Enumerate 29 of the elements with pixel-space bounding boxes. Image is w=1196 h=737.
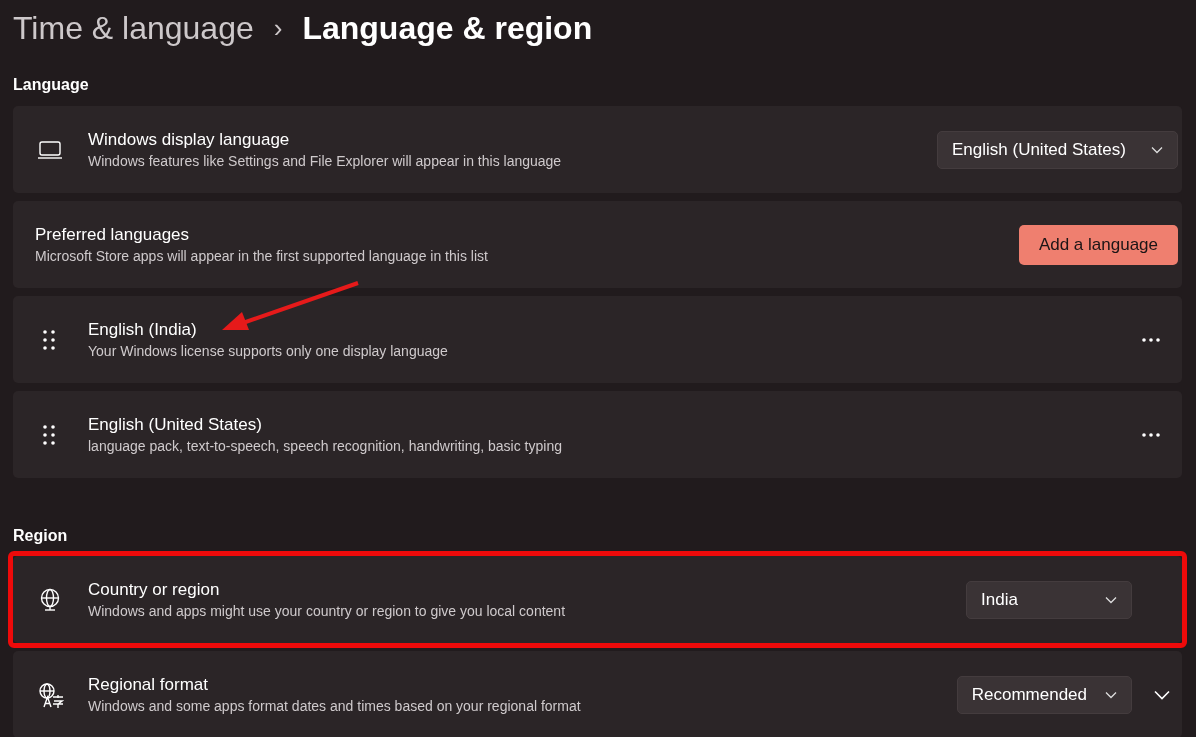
setting-description: Windows features like Settings and File Explorer will appear in this language xyxy=(88,151,563,171)
globe-icon xyxy=(38,587,62,612)
page-title: Language & region xyxy=(302,9,593,48)
chevron-down-icon xyxy=(1105,595,1117,604)
add-language-button[interactable]: Add a language xyxy=(1018,224,1178,265)
drag-handle[interactable] xyxy=(43,329,55,350)
setting-title: Regional format xyxy=(88,673,209,696)
dropdown[interactable]: India xyxy=(966,580,1132,619)
setting-description: Your Windows license supports only one display language xyxy=(88,341,449,361)
chevron-down-icon xyxy=(1151,145,1163,154)
setting-description: Windows and some apps format dates and times based on your regional format xyxy=(88,696,582,716)
chevron-down-icon xyxy=(1105,690,1117,699)
setting-title: Country or region xyxy=(88,578,221,601)
setting-description: Microsoft Store apps will appear in the first supported language in this list xyxy=(35,246,489,266)
section-heading: Region xyxy=(13,526,69,546)
section-heading: Language xyxy=(13,75,90,95)
setting-description: Windows and apps might use your country or region to give you local content xyxy=(88,601,567,621)
breadcrumb-link[interactable]: Time & language xyxy=(13,4,254,52)
setting-description: language pack, text-to-speech, speech recognition, handwriting, basic typing xyxy=(88,436,563,456)
setting-title: Windows display language xyxy=(88,128,291,151)
setting-title: Preferred languages xyxy=(35,223,191,246)
setting-title: English (United States) xyxy=(88,413,263,436)
breadcrumb-separator: › xyxy=(273,11,283,45)
setting-title: English (India) xyxy=(88,318,198,341)
laptop-icon xyxy=(37,139,63,160)
dropdown[interactable]: English (United States) xyxy=(937,130,1178,169)
drag-handle[interactable] xyxy=(43,424,55,445)
language-icon xyxy=(38,681,64,708)
dropdown[interactable]: Recommended xyxy=(956,675,1132,714)
